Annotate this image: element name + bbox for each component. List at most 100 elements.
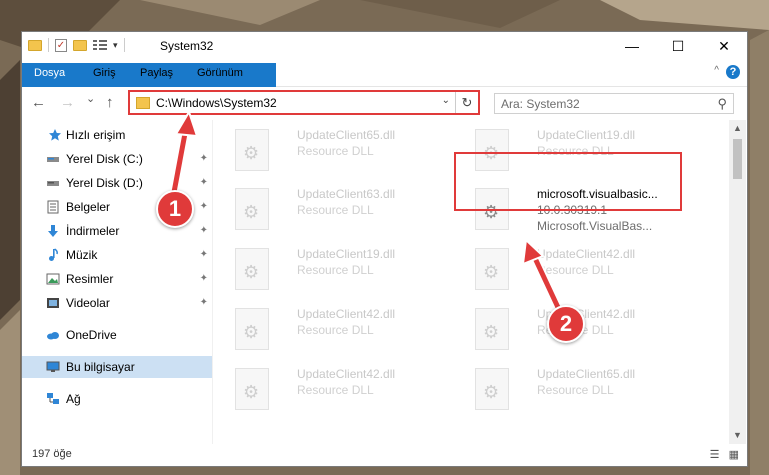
large-icons-view-icon[interactable]: ▦ [729, 449, 739, 461]
explorer-window: ✓ ▾ System32 — ☐ ✕ Dosya Giriş Paylaş Gö… [21, 31, 748, 467]
maximize-button[interactable]: ☐ [655, 32, 701, 60]
sidebar-item-label: Müzik [66, 248, 98, 262]
dll-file-icon: ⚙ [235, 129, 269, 171]
sidebar-item-this-pc[interactable]: Bu bilgisayar [22, 356, 212, 378]
file-item[interactable]: ⚙ UpdateClient63.dll Resource DLL [225, 184, 455, 236]
file-item[interactable]: ⚙ UpdateClient42.dll Resource DLL [225, 304, 455, 356]
ribbon-collapse-icon[interactable]: ^ [714, 65, 719, 76]
pin-icon[interactable]: ✦ [200, 268, 208, 290]
music-icon [49, 248, 58, 261]
file-item[interactable]: ⚙ UpdateClient19.dll Resource DLL [225, 244, 455, 296]
refresh-icon[interactable]: ↻ [455, 92, 478, 113]
highlight-frame-file [454, 152, 682, 211]
sidebar-item-videos[interactable]: Videolar ✦ [22, 292, 212, 314]
sidebar-item-label: Yerel Disk (D:) [66, 176, 143, 190]
customize-toolbar-chevron-icon[interactable]: ▾ [113, 40, 118, 51]
computer-icon [46, 361, 60, 372]
item-count: 197 öğe [32, 448, 72, 460]
pin-icon[interactable]: ✦ [200, 148, 208, 170]
new-folder-icon[interactable] [73, 39, 87, 51]
pictures-icon [46, 273, 60, 285]
pin-icon[interactable]: ✦ [200, 196, 208, 218]
file-name: UpdateClient42.dll [297, 307, 396, 321]
gear-icon: ⚙ [483, 262, 500, 282]
address-bar[interactable]: C:\Windows\System32 ⌄ ↻ [128, 90, 480, 115]
scroll-up-icon[interactable]: ▲ [729, 120, 746, 137]
file-description: Resource DLL [537, 383, 614, 397]
sidebar-item-music[interactable]: Müzik ✦ [22, 244, 212, 266]
up-arrow-icon[interactable]: ↑ [106, 94, 114, 111]
tab-share[interactable]: Paylaş [131, 63, 182, 83]
pin-icon[interactable]: ✦ [200, 220, 208, 242]
tab-view[interactable]: Görünüm [188, 63, 252, 83]
tab-home[interactable]: Giriş [84, 63, 125, 83]
folder-icon [28, 39, 42, 51]
back-arrow-icon[interactable]: ← [31, 94, 46, 111]
file-description: Resource DLL [537, 263, 614, 277]
dll-file-icon: ⚙ [475, 308, 509, 350]
status-bar: 197 öğe ☰ ▦ [22, 444, 747, 466]
folder-icon [136, 97, 150, 109]
file-name: UpdateClient19.dll [537, 128, 636, 142]
download-icon [48, 225, 58, 237]
dll-file-icon: ⚙ [235, 368, 269, 410]
sidebar-item-pictures[interactable]: Resimler ✦ [22, 268, 212, 290]
file-description: Resource DLL [297, 144, 374, 158]
search-input[interactable]: Ara: System32 ⚲ [494, 93, 734, 114]
gear-icon: ⚙ [243, 202, 260, 222]
details-view-icon[interactable]: ☰ [710, 449, 720, 461]
file-name: UpdateClient42.dll [297, 367, 396, 381]
star-icon [49, 129, 61, 141]
drive-icon [47, 157, 59, 162]
file-item[interactable]: ⚙ UpdateClient42.dll Resource DLL [465, 244, 695, 296]
sidebar-item-label: Yerel Disk (C:) [66, 152, 143, 166]
file-item[interactable]: ⚙ UpdateClient65.dll Resource DLL [465, 364, 695, 416]
file-name: UpdateClient65.dll [297, 128, 396, 142]
pin-icon[interactable]: ✦ [200, 172, 208, 194]
recent-locations-chevron-icon[interactable]: ⌄ [86, 92, 95, 105]
vertical-scrollbar[interactable]: ▲ ▼ [729, 120, 746, 444]
sidebar-item-label: Hızlı erişim [66, 128, 126, 142]
sidebar-item-label: Bu bilgisayar [66, 360, 135, 374]
file-item[interactable]: ⚙ UpdateClient65.dll Resource DLL [225, 125, 455, 177]
sidebar-item-local-disk-c[interactable]: Yerel Disk (C:) ✦ [22, 148, 212, 170]
sidebar-item-label: OneDrive [66, 328, 117, 342]
sidebar-item-label: Ağ [66, 392, 81, 406]
dll-file-icon: ⚙ [475, 248, 509, 290]
scroll-thumb[interactable] [733, 139, 742, 179]
help-icon[interactable]: ? [726, 65, 740, 79]
view-toggle: ☰ ▦ [710, 448, 739, 461]
sidebar-item-quick-access[interactable]: Hızlı erişim [22, 124, 212, 146]
scroll-down-icon[interactable]: ▼ [729, 427, 746, 444]
sidebar-item-onedrive[interactable]: OneDrive [22, 324, 212, 346]
properties-check-icon[interactable]: ✓ [55, 38, 67, 52]
toolbar-divider [48, 38, 49, 52]
pin-icon[interactable]: ✦ [200, 292, 208, 314]
search-placeholder: Ara: System32 [501, 97, 580, 111]
sidebar-item-label: Videolar [66, 296, 110, 310]
forward-arrow-icon[interactable]: → [60, 94, 75, 111]
gear-icon: ⚙ [243, 262, 260, 282]
address-history-chevron-icon[interactable]: ⌄ [442, 95, 450, 106]
file-description: Microsoft.VisualBas... [537, 219, 653, 233]
sidebar-item-network[interactable]: Ağ [22, 388, 212, 410]
file-description: Resource DLL [297, 263, 374, 277]
gear-icon: ⚙ [243, 143, 260, 163]
step-2-badge: 2 [547, 305, 585, 343]
file-item[interactable]: ⚙ UpdateClient42.dll Resource DLL [225, 364, 455, 416]
gear-icon: ⚙ [483, 322, 500, 342]
sidebar-item-label: İndirmeler [66, 224, 120, 238]
minimize-button[interactable]: — [609, 32, 655, 60]
step-1-badge: 1 [156, 190, 194, 228]
view-list-icon[interactable] [93, 39, 107, 51]
address-path[interactable]: C:\Windows\System32 [156, 96, 277, 110]
quick-access-toolbar: ✓ ▾ [28, 38, 125, 52]
file-name: UpdateClient19.dll [297, 247, 396, 261]
file-name: UpdateClient65.dll [537, 367, 636, 381]
cloud-icon [47, 332, 59, 340]
search-icon[interactable]: ⚲ [717, 96, 727, 112]
pin-icon[interactable]: ✦ [200, 244, 208, 266]
sidebar-item-local-disk-d[interactable]: Yerel Disk (D:) ✦ [22, 172, 212, 194]
dll-file-icon: ⚙ [235, 308, 269, 350]
close-button[interactable]: ✕ [701, 32, 747, 60]
